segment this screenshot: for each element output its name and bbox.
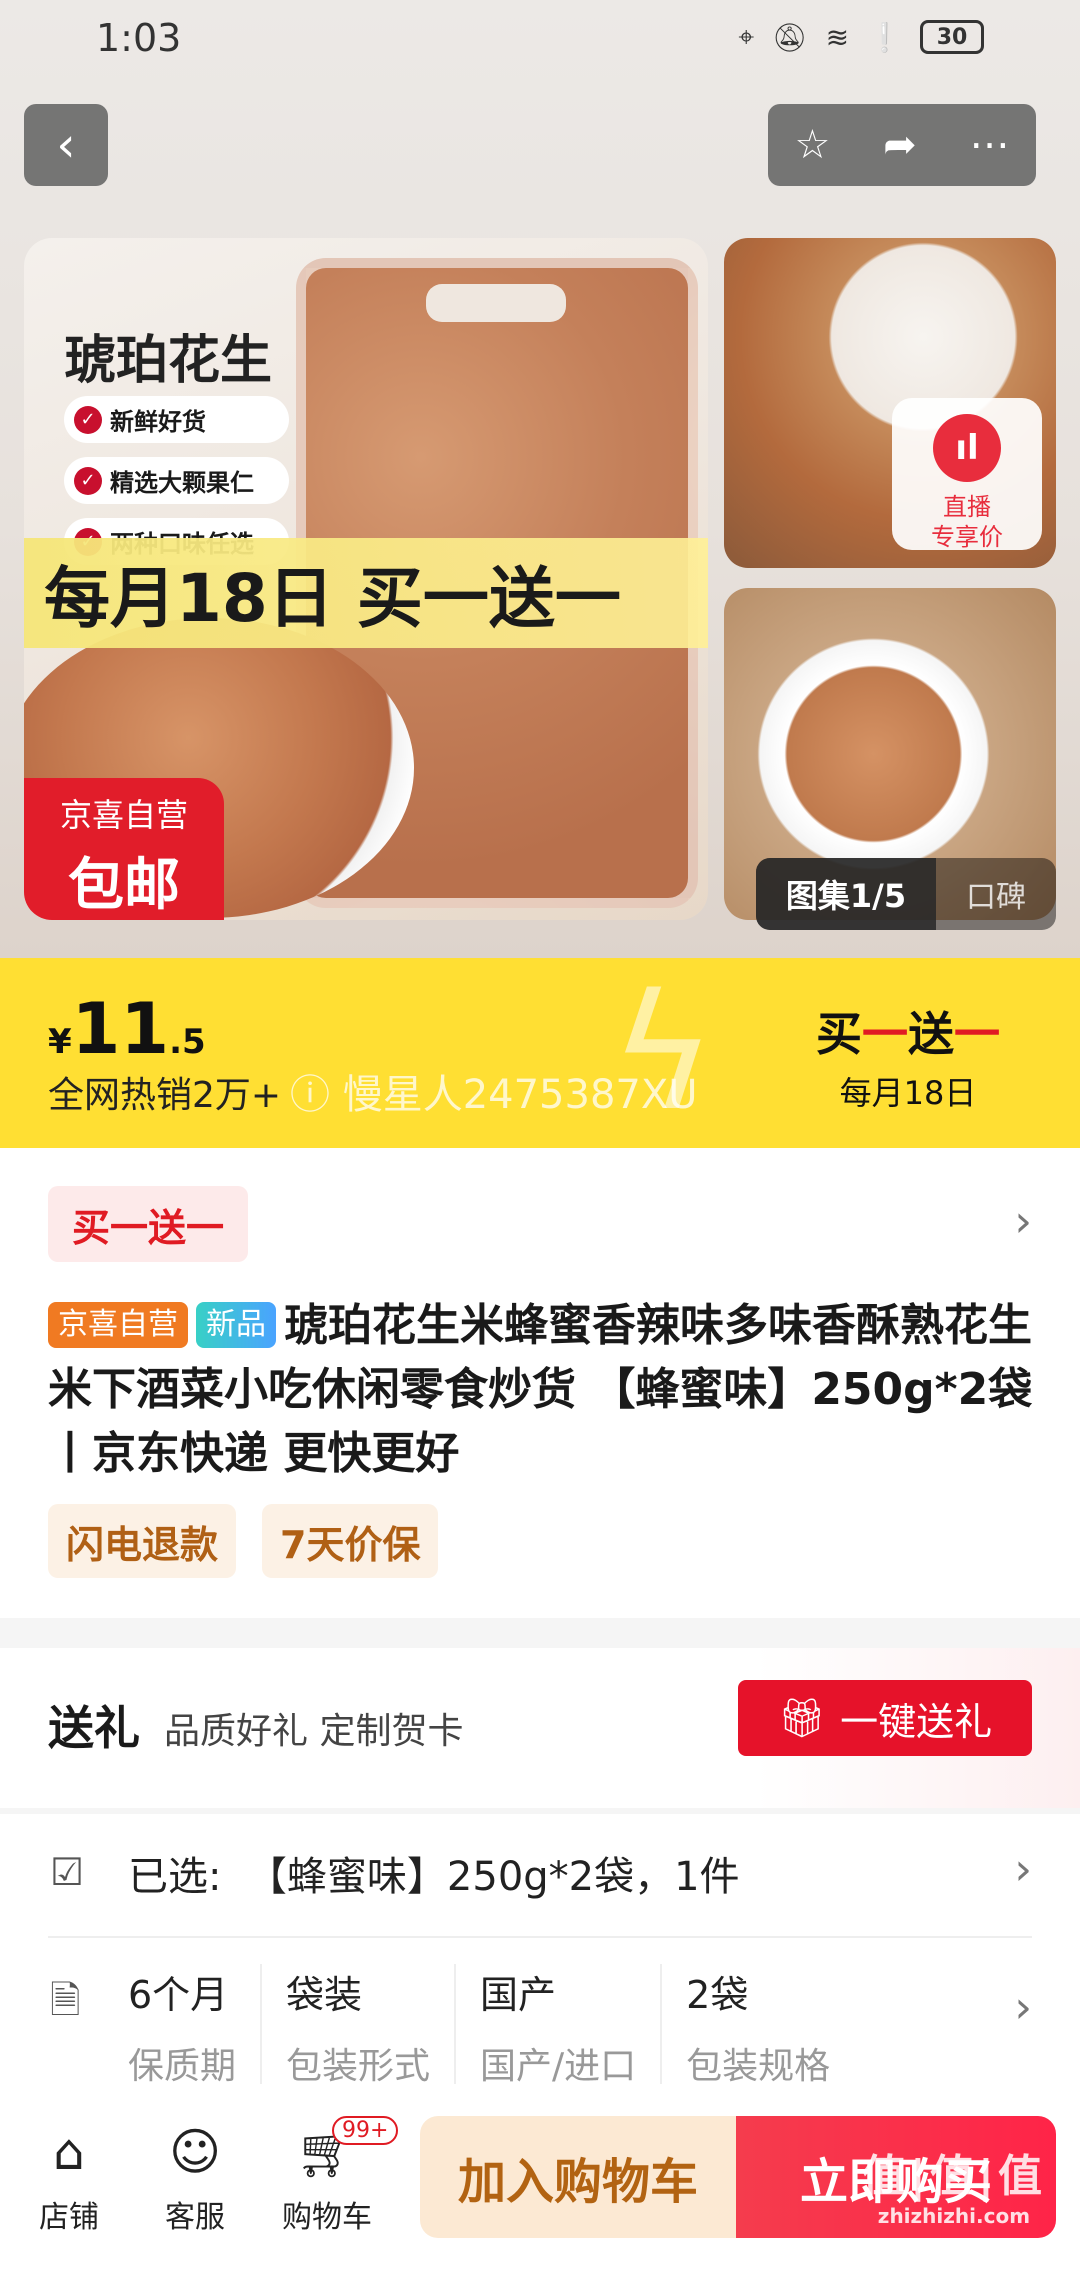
product-page: 1:03 ⌖ 🔕︎ ≋ ❕ 30 ‹ ☆ ➦ ⋯ 琥珀花生 ✓ 新鲜好货 ✓ 精选大… — [0, 0, 1080, 2280]
live-price-badge[interactable]: ıl 直播 专享价 — [892, 398, 1042, 551]
cart-count-badge: 99+ — [332, 2116, 399, 2145]
more-icon[interactable]: ⋯ — [970, 104, 1010, 186]
chat-icon: ☺ — [168, 2123, 222, 2181]
wifi-icon: ≋ — [825, 20, 850, 54]
divider — [48, 1936, 1032, 1938]
shop-tab[interactable]: ⌂ 店铺 — [14, 2122, 124, 2236]
favorite-star-icon[interactable]: ☆ — [794, 104, 830, 186]
hero-section: 1:03 ⌖ 🔕︎ ≋ ❕ 30 ‹ ☆ ➦ ⋯ 琥珀花生 ✓ 新鲜好货 ✓ 精选大… — [0, 0, 1080, 958]
site-watermark: 值|值|值 zhizhizhi.com — [861, 2151, 1046, 2228]
status-time: 1:03 — [96, 16, 182, 60]
spec-attributes: 6个月 保质期 袋装 包装形式 国产 国产/进口 2袋 包装规格 — [128, 1964, 878, 2087]
self-operated-tag: 京喜自营 — [48, 1302, 188, 1348]
jingxi-badge: 京喜自营 包邮 — [24, 778, 224, 920]
main-product-image[interactable]: 琥珀花生 ✓新鲜好货 ✓精选大颗果仁 ✓两种口味任选 每月18日 买一送一 京喜… — [24, 238, 708, 920]
service-chips: 闪电退款 7天价保 — [48, 1504, 439, 1578]
service-chip[interactable]: 7天价保 — [262, 1504, 439, 1578]
alert-icon: ❕ — [867, 20, 902, 54]
promo-chip[interactable]: 买一送一 — [48, 1186, 249, 1262]
spec-item: 袋装 包装形式 — [286, 1964, 457, 2087]
bogo-promo: 买一送一 每月18日 — [816, 1007, 1000, 1112]
reviews-tab[interactable]: 口碑 — [936, 858, 1056, 930]
gift-icon: 🎁︎ — [777, 1695, 827, 1740]
product-info-card: 买一送一 › 京喜自营 新品 琥珀花生米蜂蜜香辣味多味香酥熟花生米下酒菜小吃休闲零食… — [0, 1148, 1080, 1618]
selected-spec[interactable]: 已选: 【蜂蜜味】250g*2袋，1件 — [128, 1844, 740, 1902]
hero-tag: ✓ 新鲜好货 — [64, 396, 289, 443]
check-icon: ✓ — [74, 405, 102, 434]
chevron-right-icon[interactable]: › — [1014, 1844, 1032, 1895]
battery-icon: 30 — [920, 20, 984, 54]
thumbnail-1[interactable]: ıl 直播 专享价 — [724, 238, 1056, 568]
sales-count: 全网热销2万+ — [48, 1075, 282, 1116]
user-watermark: ⓘ 慢星人2475387XU — [290, 1072, 698, 1118]
back-button[interactable]: ‹ — [24, 104, 108, 186]
chevron-left-icon: ‹ — [56, 117, 76, 173]
checklist-icon: ☑ — [50, 1850, 85, 1894]
hero-tag: ✓ 精选大颗果仁 — [64, 457, 289, 504]
hero-promo-banner: 每月18日 买一送一 — [24, 538, 708, 648]
cart-tab[interactable]: 🛒︎ 99+ 购物车 — [272, 2116, 399, 2236]
mute-icon: 🔕︎ — [772, 20, 808, 54]
status-bar: 1:03 ⌖ 🔕︎ ≋ ❕ 30 — [0, 0, 1080, 80]
customer-service-tab[interactable]: ☺ 客服 — [140, 2122, 250, 2236]
share-icon[interactable]: ➦ — [883, 104, 917, 186]
header-actions: ☆ ➦ ⋯ — [768, 104, 1036, 186]
service-chip[interactable]: 闪电退款 — [48, 1504, 237, 1578]
product-title: 京喜自营 新品 琥珀花生米蜂蜜香辣味多味香酥熟花生米下酒菜小吃休闲零食炒货 【蜂蜜味… — [48, 1300, 1033, 1479]
add-to-cart-button[interactable]: 加入购物车 — [420, 2116, 736, 2238]
bottom-action-bar: ⌂ 店铺 ☺ 客服 🛒︎ 99+ 购物车 加入购物车 立即购买 值|值|值 zh… — [0, 2094, 1080, 2280]
check-icon: ✓ — [74, 466, 102, 495]
gallery-switch: 图集1/5 口碑 — [756, 858, 1056, 930]
price: ¥ 11 .5 — [48, 988, 206, 1070]
live-icon: ıl — [933, 414, 1001, 482]
chevron-right-icon[interactable]: › — [1014, 1982, 1032, 2033]
gift-section: 送礼 品质好礼 定制贺卡 🎁︎ 一键送礼 — [0, 1648, 1080, 1808]
document-icon: 🗎︎ — [50, 1978, 81, 2022]
send-gift-button[interactable]: 🎁︎ 一键送礼 — [738, 1680, 1032, 1756]
gift-heading: 送礼 — [48, 1701, 140, 1755]
price-band: ϟ ¥ 11 .5 全网热销2万+ ⓘ 慢星人2475387XU 买一送一 每月… — [0, 958, 1080, 1148]
gift-subtitle: 品质好礼 定制贺卡 — [164, 1711, 464, 1752]
status-icons: ⌖ 🔕︎ ≋ ❕ 30 — [738, 20, 984, 54]
gallery-tab[interactable]: 图集1/5 — [756, 858, 936, 930]
spec-item: 国产 国产/进口 — [480, 1964, 663, 2087]
hero-title: 琥珀花生 — [64, 331, 273, 391]
spec-item: 2袋 包装规格 — [686, 1973, 831, 2087]
location-icon: ⌖ — [738, 20, 755, 53]
spec-section[interactable]: ☑ 已选: 【蜂蜜味】250g*2袋，1件 › 🗎︎ 6个月 保质期 袋装 包装形式… — [0, 1814, 1080, 2114]
shop-icon: ⌂ — [53, 2123, 85, 2181]
buy-now-button[interactable]: 立即购买 值|值|值 zhizhizhi.com — [736, 2116, 1056, 2238]
spec-item: 6个月 保质期 — [128, 1964, 263, 2087]
chevron-right-icon[interactable]: › — [1014, 1196, 1032, 1247]
new-tag: 新品 — [196, 1302, 276, 1348]
